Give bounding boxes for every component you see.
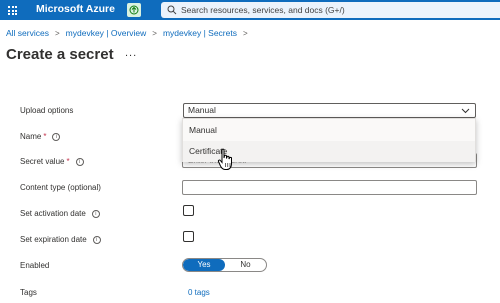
breadcrumb-separator: > [242, 28, 248, 38]
chevron-down-icon [461, 108, 470, 114]
name-label-text: Name [20, 132, 42, 141]
content-type-input[interactable] [182, 180, 477, 195]
upgrade-icon[interactable] [127, 3, 141, 17]
enabled-toggle[interactable]: Yes No [182, 258, 267, 272]
portal-menu-icon[interactable] [8, 6, 17, 15]
upload-options-value: Manual [188, 105, 216, 115]
upload-options-label-text: Upload options [20, 106, 74, 115]
required-marker: * [66, 157, 70, 166]
global-search[interactable] [161, 2, 500, 18]
secret-value-label: Secret value * i [20, 157, 84, 166]
option-manual[interactable]: Manual [183, 120, 475, 141]
content-type-label-text: Content type (optional) [20, 183, 101, 192]
secret-value-label-text: Secret value [20, 157, 65, 166]
breadcrumb-all-services[interactable]: All services [6, 28, 49, 38]
top-bar: Microsoft Azure [0, 0, 500, 20]
search-icon [167, 5, 177, 15]
enabled-label: Enabled [20, 261, 49, 270]
name-label: Name * i [20, 132, 61, 141]
brand-title[interactable]: Microsoft Azure [36, 3, 115, 15]
activation-date-label-text: Set activation date [20, 209, 86, 218]
enabled-label-text: Enabled [20, 261, 50, 270]
page-title: Create a secret [6, 46, 114, 63]
search-input[interactable] [181, 3, 481, 17]
expiration-date-checkbox[interactable] [183, 231, 194, 242]
breadcrumb-separator: > [54, 28, 60, 38]
breadcrumb: All services > mydevkey | Overview > myd… [6, 28, 254, 38]
activation-date-label: Set activation date i [20, 209, 100, 218]
activation-date-checkbox[interactable] [183, 205, 194, 216]
breadcrumb-overview[interactable]: mydevkey | Overview [66, 28, 147, 38]
hand-pointer-icon [217, 148, 232, 170]
enabled-no-option[interactable]: No [225, 259, 266, 271]
tags-label: Tags [20, 288, 37, 297]
info-icon[interactable]: i [92, 235, 101, 244]
tags-label-text: Tags [20, 288, 37, 297]
breadcrumb-secrets[interactable]: mydevkey | Secrets [163, 28, 237, 38]
enabled-yes-option[interactable]: Yes [183, 259, 225, 271]
info-icon[interactable]: i [75, 157, 84, 166]
expiration-date-label: Set expiration date i [20, 235, 101, 244]
upload-options-select[interactable]: Manual [183, 103, 476, 118]
required-marker: * [43, 132, 47, 141]
tags-link[interactable]: 0 tags [188, 288, 210, 297]
info-icon[interactable]: i [52, 132, 61, 141]
breadcrumb-separator: > [152, 28, 157, 38]
upload-options-label: Upload options [20, 106, 73, 115]
more-options-button[interactable]: ... [125, 47, 137, 59]
content-type-label: Content type (optional) [20, 183, 101, 192]
expiration-date-label-text: Set expiration date [20, 235, 87, 244]
info-icon[interactable]: i [91, 209, 100, 218]
